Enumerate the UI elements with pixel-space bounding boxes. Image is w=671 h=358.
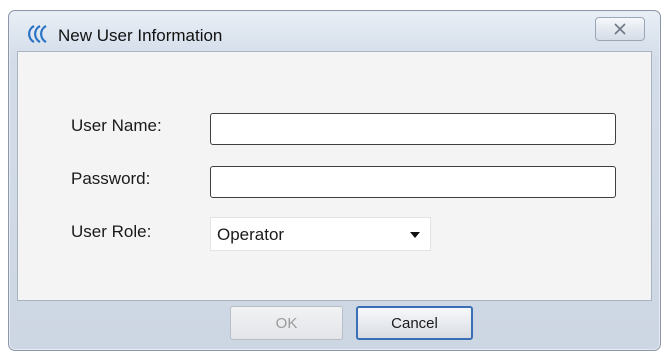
window-title: New User Information	[58, 26, 223, 45]
form-panel: User Name: Password: User Role: Operator	[17, 51, 652, 301]
ok-button[interactable]: OK	[230, 306, 343, 340]
button-bar: OK Cancel	[17, 301, 652, 345]
app-logo-icon	[28, 25, 47, 43]
user-role-dropdown[interactable]: Operator	[210, 217, 431, 251]
cancel-button[interactable]: Cancel	[356, 306, 473, 340]
user-role-label: User Role:	[71, 222, 152, 241]
username-label: User Name:	[71, 116, 162, 135]
username-input[interactable]	[210, 113, 616, 145]
user-role-selected-value: Operator	[217, 225, 285, 244]
chevron-down-icon[interactable]	[410, 232, 420, 238]
close-button[interactable]	[595, 17, 645, 41]
password-label: Password:	[71, 169, 151, 188]
new-user-dialog: New User Information User Name: Password…	[8, 10, 661, 351]
password-input[interactable]	[210, 166, 616, 198]
close-icon	[614, 23, 626, 35]
